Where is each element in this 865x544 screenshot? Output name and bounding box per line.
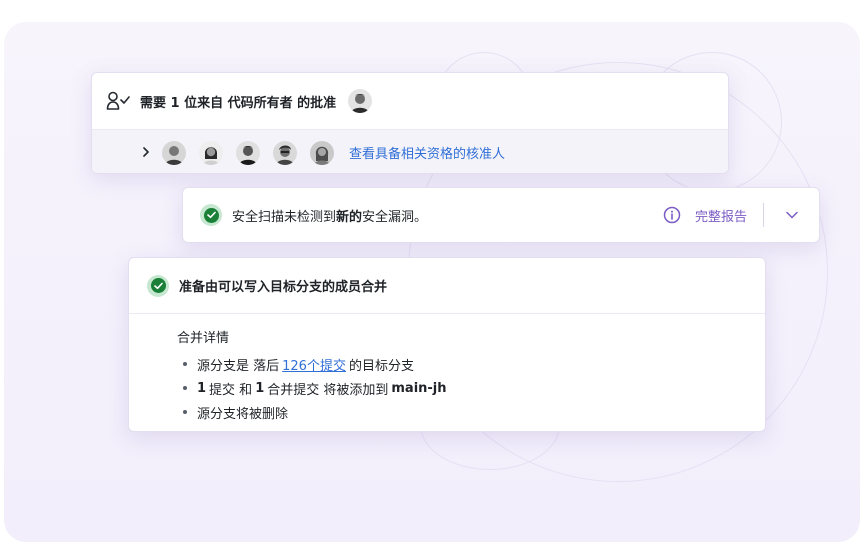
list-item: 源分支是 落后 126个提交 的目标分支	[177, 352, 765, 376]
check-circle-icon	[147, 274, 169, 297]
approval-title: 需要 1 位来自 代码所有者 的批准	[140, 95, 337, 111]
commits-behind-link[interactable]: 126个提交	[282, 355, 346, 374]
divider	[763, 203, 764, 227]
security-scan-card: 安全扫描未检测到新的安全漏洞。 完整报告	[182, 187, 820, 243]
merge-ready-card: 准备由可以写入目标分支的成员合并 合并详情 源分支是 落后 126个提交 的目标…	[128, 257, 766, 432]
merge-details: 合并详情 源分支是 落后 126个提交 的目标分支 1 提交 和 1 合并提交 …	[129, 314, 765, 424]
security-actions: 完整报告	[663, 188, 819, 242]
merge-details-label: 合并详情	[177, 331, 230, 346]
approval-header: 需要 1 位来自 代码所有者 的批准	[92, 73, 728, 130]
merge-title: 准备由可以写入目标分支的成员合并	[179, 280, 388, 295]
security-scan-message: 安全扫描未检测到新的安全漏洞。	[232, 209, 428, 225]
avatar[interactable]	[162, 140, 186, 165]
view-approvers-link[interactable]: 查看具备相关资格的核准人	[349, 143, 505, 162]
target-branch: main-jh	[391, 380, 447, 396]
list-item: 1 提交 和 1 合并提交 将被添加到 main-jh	[177, 376, 765, 400]
bullet-dot	[183, 362, 187, 366]
avatar[interactable]	[273, 140, 297, 165]
approval-card: 需要 1 位来自 代码所有者 的批准 查看具备相关资格的核准人	[91, 72, 729, 174]
approvers-row: 查看具备相关资格的核准人	[92, 130, 728, 173]
chevron-right-icon[interactable]	[142, 146, 150, 160]
avatar[interactable]	[310, 140, 334, 165]
full-report-link[interactable]: 完整报告	[695, 206, 747, 225]
user-check-icon	[106, 90, 132, 112]
check-circle-icon	[200, 204, 222, 226]
merge-header: 准备由可以写入目标分支的成员合并	[129, 258, 765, 314]
chevron-down-icon[interactable]	[778, 201, 806, 229]
avatar[interactable]	[236, 140, 260, 165]
avatar[interactable]	[199, 140, 223, 165]
bullet-dot	[183, 410, 187, 414]
avatar[interactable]	[348, 89, 373, 113]
info-icon[interactable]	[663, 206, 681, 224]
list-item: 源分支将被删除	[177, 400, 765, 424]
bullet-dot	[183, 386, 187, 390]
